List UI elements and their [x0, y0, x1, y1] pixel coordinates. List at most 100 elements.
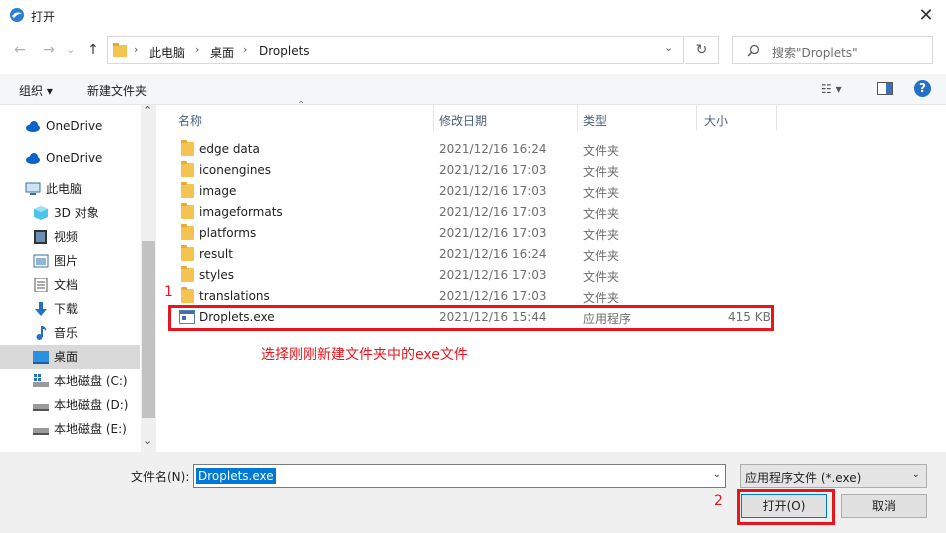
sidebar-item-drive-c[interactable]: 本地磁盘 (C:) [0, 369, 140, 393]
breadcrumb-separator: › [195, 43, 200, 56]
column-divider[interactable] [433, 105, 434, 131]
sidebar-item-label: 本地磁盘 (E:) [54, 422, 127, 436]
scroll-down-icon[interactable]: ⌄ [143, 434, 152, 447]
folder-icon [181, 245, 194, 261]
open-button[interactable]: 打开(O) [741, 494, 827, 518]
navigation-pane: OneDrive OneDrive 此电脑 3D 对象 视频 图片 文档 下载 … [0, 105, 156, 452]
preview-pane-icon[interactable] [877, 82, 893, 95]
column-divider[interactable] [776, 105, 777, 131]
sidebar-item-onedrive[interactable]: OneDrive [0, 146, 140, 170]
sidebar-item-label: 文档 [54, 278, 79, 292]
sidebar-item-pictures[interactable]: 图片 [0, 249, 140, 273]
cloud-icon [26, 121, 40, 132]
sidebar-item-label: 音乐 [54, 326, 79, 340]
file-name: image [199, 184, 237, 198]
forward-icon[interactable]: → [38, 39, 60, 61]
breadcrumb-this-pc[interactable]: 此电脑 [149, 44, 185, 61]
search-input[interactable]: 搜索"Droplets" [732, 36, 933, 64]
search-icon [747, 44, 760, 57]
sidebar-item-downloads[interactable]: 下载 [0, 297, 140, 321]
sort-ascending-icon: ⌃ [297, 100, 306, 111]
file-type: 文件夹 [583, 291, 620, 305]
sidebar-item-music[interactable]: 音乐 [0, 321, 140, 345]
sidebar-item-drive-e[interactable]: 本地磁盘 (E:) [0, 417, 140, 441]
annotation-step-2: 2 [714, 493, 723, 509]
file-type: 文件夹 [583, 249, 620, 263]
search-placeholder: 搜索"Droplets" [772, 46, 858, 60]
folder-icon [181, 266, 194, 282]
address-bar[interactable]: › 此电脑 › 桌面 › Droplets ⌄ [107, 36, 684, 64]
filename-label: 文件名(N): [131, 470, 190, 484]
close-icon[interactable]: ✕ [912, 4, 940, 28]
folder-icon [181, 287, 194, 303]
file-name: iconengines [199, 163, 272, 177]
cancel-button[interactable]: 取消 [841, 494, 927, 518]
history-dropdown-icon[interactable]: ⌄ [60, 39, 82, 61]
file-name: result [199, 247, 233, 261]
breadcrumb-desktop[interactable]: 桌面 [210, 44, 234, 61]
file-name: imageformats [199, 205, 283, 219]
sidebar-item-label: OneDrive [46, 119, 103, 133]
breadcrumb-droplets[interactable]: Droplets [259, 44, 310, 58]
sidebar-item-videos[interactable]: 视频 [0, 225, 140, 249]
file-type: 文件夹 [583, 144, 620, 158]
back-icon[interactable]: ← [9, 39, 31, 61]
picture-icon [33, 254, 49, 268]
download-icon [35, 302, 47, 316]
file-type: 文件夹 [583, 228, 620, 242]
list-item[interactable]: imageformats 2021/12/16 17:03 文件夹 [172, 202, 772, 223]
folder-icon [181, 140, 194, 156]
list-item[interactable]: styles 2021/12/16 17:03 文件夹 [172, 265, 772, 286]
sidebar-item-3d-objects[interactable]: 3D 对象 [0, 201, 140, 225]
column-header-name[interactable]: 名称 [178, 112, 202, 129]
list-item[interactable]: iconengines 2021/12/16 17:03 文件夹 [172, 160, 772, 181]
sidebar-item-this-pc[interactable]: 此电脑 [0, 177, 140, 201]
column-divider[interactable] [696, 105, 697, 131]
command-toolbar: 组织 ▾ 新建文件夹 ☷ ▾ ? [0, 74, 946, 105]
column-header-type[interactable]: 类型 [583, 112, 607, 129]
up-folder-icon[interactable]: ↑ [82, 39, 104, 61]
file-modified: 2021/12/16 16:24 [439, 142, 547, 156]
computer-icon [25, 182, 41, 195]
sidebar-item-onedrive[interactable]: OneDrive [0, 114, 140, 138]
drive-c-icon [33, 374, 49, 387]
sidebar-item-label: OneDrive [46, 151, 103, 165]
file-modified: 2021/12/16 17:03 [439, 163, 547, 177]
cube-icon [34, 206, 48, 220]
filetype-select[interactable]: 应用程序文件 (*.exe) ⌄ [740, 464, 927, 488]
file-type: 文件夹 [583, 207, 620, 221]
column-header-modified[interactable]: 修改日期 [439, 112, 487, 129]
organize-menu[interactable]: 组织 ▾ [19, 82, 53, 99]
title-bar: 打开 ✕ [0, 0, 946, 32]
list-item[interactable]: platforms 2021/12/16 17:03 文件夹 [172, 223, 772, 244]
column-divider[interactable] [577, 105, 578, 131]
list-item[interactable]: image 2021/12/16 17:03 文件夹 [172, 181, 772, 202]
chevron-down-icon[interactable]: ⌄ [713, 469, 721, 480]
sidebar-scroll-thumb[interactable] [142, 241, 155, 418]
file-modified: 2021/12/16 17:03 [439, 226, 547, 240]
scroll-up-icon[interactable]: ⌃ [143, 104, 152, 117]
help-icon[interactable]: ? [914, 80, 931, 97]
list-item[interactable]: translations 2021/12/16 17:03 文件夹 [172, 286, 772, 307]
filename-input[interactable]: Droplets.exe ⌄ [193, 464, 726, 488]
sidebar-item-label: 本地磁盘 (C:) [54, 374, 128, 388]
sidebar-item-label: 下载 [54, 302, 79, 316]
address-dropdown-icon[interactable]: ⌄ [664, 41, 673, 54]
folder-icon [181, 224, 194, 240]
folder-icon [181, 182, 194, 198]
sidebar-item-desktop[interactable]: 桌面 [0, 345, 140, 369]
file-name: edge data [199, 142, 260, 156]
column-header-size[interactable]: 大小 [704, 112, 728, 129]
sidebar-item-documents[interactable]: 文档 [0, 273, 140, 297]
sidebar-item-drive-d[interactable]: 本地磁盘 (D:) [0, 393, 140, 417]
chevron-down-icon: ⌄ [911, 469, 920, 480]
list-item[interactable]: edge data 2021/12/16 16:24 文件夹 [172, 139, 772, 160]
filename-value: Droplets.exe [196, 468, 276, 484]
sidebar-item-label: 本地磁盘 (D:) [54, 398, 129, 412]
sidebar-item-label: 图片 [54, 254, 79, 268]
list-item[interactable]: result 2021/12/16 16:24 文件夹 [172, 244, 772, 265]
view-options-icon[interactable]: ☷ ▾ [821, 82, 842, 96]
new-folder-button[interactable]: 新建文件夹 [87, 82, 147, 99]
folder-icon [113, 43, 127, 57]
refresh-button[interactable]: ↻ [685, 36, 719, 64]
